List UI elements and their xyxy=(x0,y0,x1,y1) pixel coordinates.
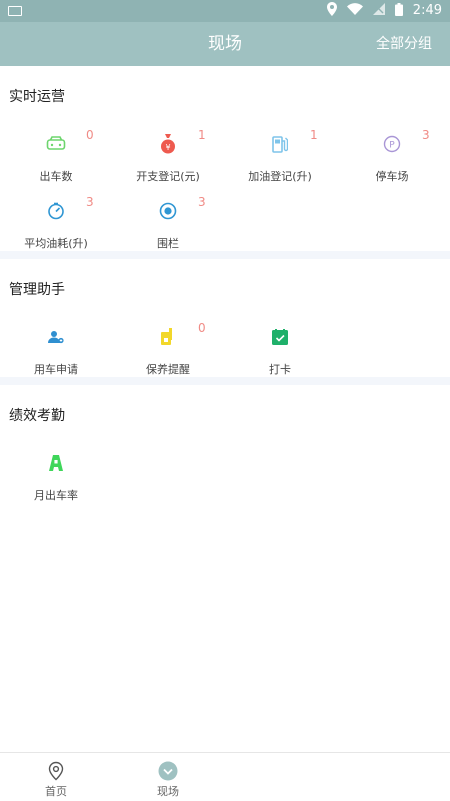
nav-site[interactable]: 现场 xyxy=(112,753,224,801)
tile-label: 围栏 xyxy=(157,237,179,250)
svg-text:P: P xyxy=(389,141,395,151)
tile-label: 保养提醒 xyxy=(146,363,190,376)
money-bag-icon: ¥ xyxy=(158,134,178,154)
tile-label: 打卡 xyxy=(269,363,291,376)
nav-home[interactable]: 首页 xyxy=(0,753,112,801)
svg-text:¥: ¥ xyxy=(165,143,170,152)
section-management-assistant: 管理助手 用车申请 0 保养提醒 打卡 xyxy=(0,259,450,377)
tile-label: 出车数 xyxy=(39,170,73,183)
maintenance-icon xyxy=(158,327,178,347)
tile-label: 平均油耗(升) xyxy=(24,237,88,250)
signal-icon xyxy=(372,3,385,18)
tile-monthly-dispatch-rate[interactable]: 月出车率 xyxy=(0,453,112,513)
tile-count: 3 xyxy=(422,128,430,142)
section-title: 管理助手 xyxy=(9,282,65,298)
location-icon xyxy=(326,2,337,19)
tile-count: 1 xyxy=(310,128,318,142)
car-icon xyxy=(46,134,66,154)
user-request-icon xyxy=(46,327,66,347)
keyboard-icon xyxy=(8,6,22,16)
rate-icon xyxy=(46,453,66,473)
nav-label: 首页 xyxy=(45,785,67,798)
tile-count: 1 xyxy=(198,128,206,142)
location-pin-icon xyxy=(46,761,66,781)
section-realtime-operations: 实时运营 0 出车数 ¥ 1 开支登记(元) 1 加油登记(升) P 3 停车场… xyxy=(0,66,450,251)
bottom-nav: 首页 现场 xyxy=(0,752,450,801)
parking-icon: P xyxy=(382,134,402,154)
app-bar: 现场 全部分组 xyxy=(0,22,450,66)
site-check-icon xyxy=(158,761,178,781)
wifi-icon xyxy=(346,3,363,18)
tile-count: 3 xyxy=(198,195,206,209)
tile-count: 3 xyxy=(86,195,94,209)
tile-label: 停车场 xyxy=(375,170,409,183)
status-time: 2:49 xyxy=(412,3,442,18)
tile-cars-out[interactable]: 0 出车数 xyxy=(0,128,112,194)
tile-fuel-register[interactable]: 1 加油登记(升) xyxy=(224,128,336,194)
checkin-icon xyxy=(270,327,290,347)
section-divider xyxy=(0,377,450,385)
tile-label: 月出车率 xyxy=(34,489,78,502)
section-title: 绩效考勤 xyxy=(9,408,65,424)
tile-label: 开支登记(元) xyxy=(136,170,200,183)
tile-label: 用车申请 xyxy=(34,363,78,376)
tile-expense-register[interactable]: ¥ 1 开支登记(元) xyxy=(112,128,224,194)
tile-parking[interactable]: P 3 停车场 xyxy=(336,128,448,194)
battery-icon xyxy=(394,2,403,19)
fuel-gauge-icon xyxy=(46,201,66,221)
section-divider xyxy=(0,251,450,259)
tile-label: 加油登记(升) xyxy=(248,170,312,183)
fuel-pump-icon xyxy=(270,134,290,154)
section-performance-attendance: 绩效考勤 月出车率 xyxy=(0,385,450,525)
tile-count: 0 xyxy=(86,128,94,142)
nav-label: 现场 xyxy=(157,785,179,798)
status-bar: 2:49 xyxy=(0,0,450,22)
tile-count: 0 xyxy=(198,321,206,335)
all-groups-button[interactable]: 全部分组 xyxy=(376,22,432,66)
section-title: 实时运营 xyxy=(9,89,65,105)
fence-icon xyxy=(158,201,178,221)
